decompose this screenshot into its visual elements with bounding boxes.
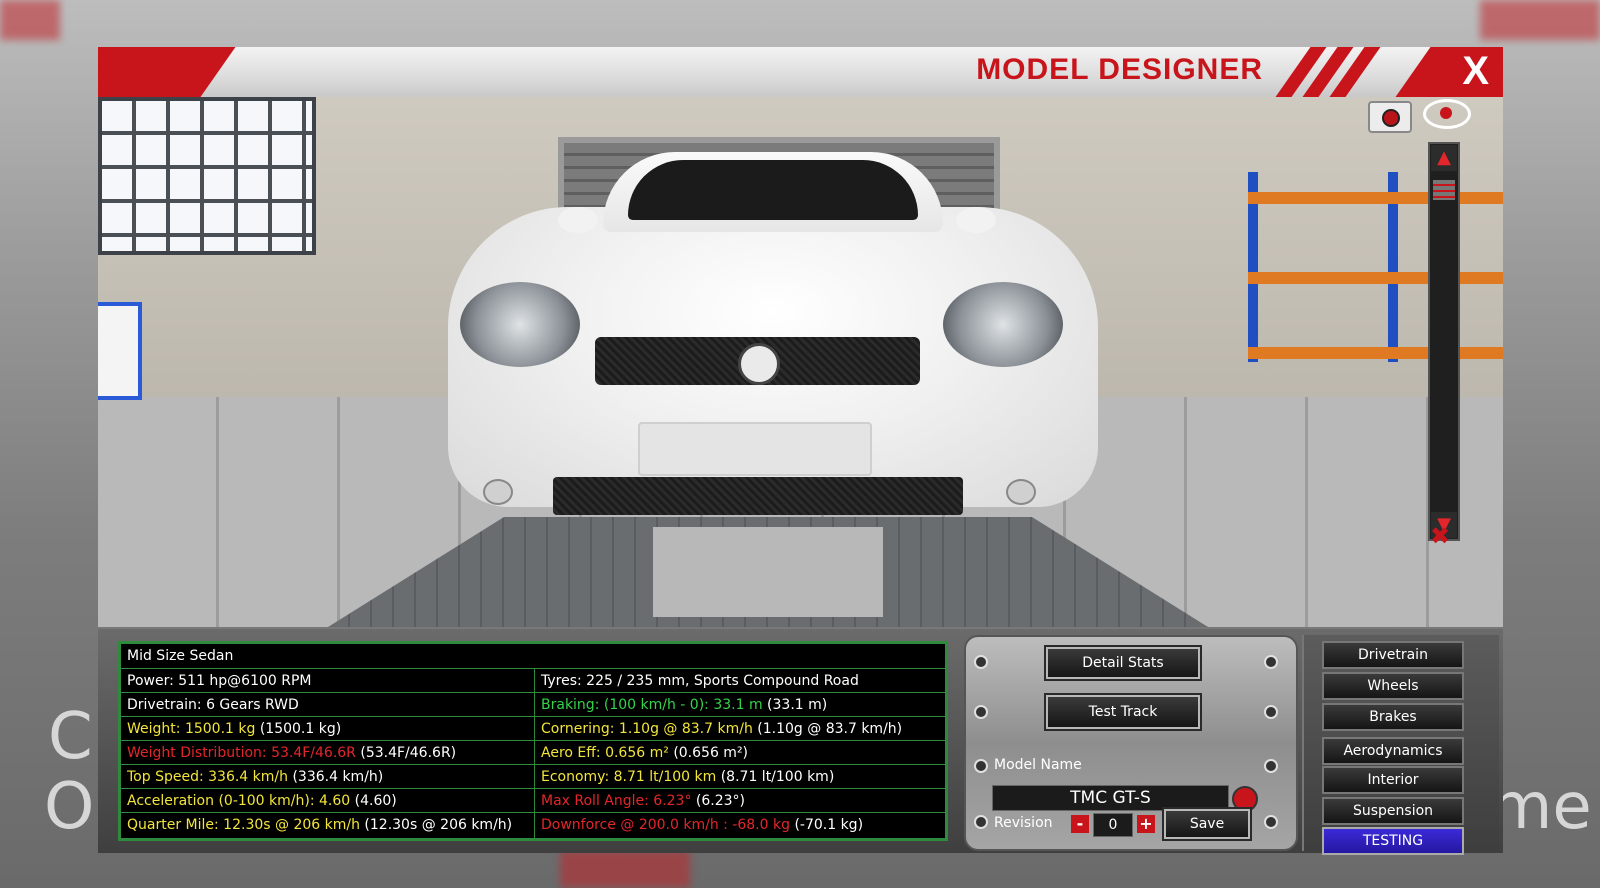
zoom-scrollbar[interactable]: ▲ ▼ <box>1428 142 1460 541</box>
title-stripe-left <box>98 47 236 97</box>
storage-shelf <box>1248 172 1503 362</box>
stats-row: Weight Distribution: 53.4F/46.6R (53.4F/… <box>121 740 947 765</box>
designer-nav: Drivetrain Wheels Brakes Aerodynamics In… <box>1302 635 1499 855</box>
stats-row: Top Speed: 336.4 km/h (336.4 km/h) Econo… <box>121 764 947 789</box>
stat-acceleration: Acceleration (0-100 km/h): 4.60 <box>127 793 351 809</box>
revision-label: Revision <box>994 815 1053 831</box>
background-letter: C <box>48 700 93 774</box>
stat-weight-distribution: Weight Distribution: 53.4F/46.6R <box>127 745 356 761</box>
revision-increment-button[interactable]: + <box>1137 815 1155 833</box>
stat-power: Power: 511 hp@6100 RPM <box>127 673 312 689</box>
camera-icon[interactable] <box>1368 101 1412 133</box>
title-bar: MODEL DESIGNER X <box>98 47 1503 99</box>
model-name-label: Model Name <box>994 757 1082 773</box>
stats-row: Power: 511 hp@6100 RPM Tyres: 225 / 235 … <box>121 668 947 693</box>
body-type: Mid Size Sedan <box>127 648 234 664</box>
stats-row: Quarter Mile: 12.30s @ 206 km/h (12.30s … <box>121 812 947 837</box>
stat-max-roll: Max Roll Angle: 6.23° <box>541 793 692 809</box>
nav-interior[interactable]: Interior <box>1322 766 1464 794</box>
stat-quarter-mile: Quarter Mile: 12.30s @ 206 km/h <box>127 817 360 833</box>
stat-weight: Weight: 1500.1 kg <box>127 721 256 737</box>
stats-row: Weight: 1500.1 kg (1500.1 kg) Cornering:… <box>121 716 947 741</box>
nav-wheels[interactable]: Wheels <box>1322 672 1464 700</box>
garage-window <box>98 97 316 255</box>
bottom-panel: Mid Size Sedan Power: 511 hp@6100 RPM Ty… <box>98 629 1503 855</box>
detail-stats-button[interactable]: Detail Stats <box>1046 647 1200 679</box>
nav-testing[interactable]: TESTING <box>1322 827 1464 855</box>
wall-sign <box>98 302 142 400</box>
stat-tyres: Tyres: 225 / 235 mm, Sports Compound Roa… <box>541 673 859 689</box>
scroll-up-icon[interactable]: ▲ <box>1431 145 1457 171</box>
nav-suspension[interactable]: Suspension <box>1322 797 1464 825</box>
close-button[interactable]: X <box>1462 49 1489 94</box>
background-letter: O <box>44 770 95 844</box>
nav-drivetrain[interactable]: Drivetrain <box>1322 641 1464 669</box>
stats-row: Drivetrain: 6 Gears RWD Braking: (100 km… <box>121 692 947 717</box>
nav-brakes[interactable]: Brakes <box>1322 703 1464 731</box>
stat-drivetrain: Drivetrain: 6 Gears RWD <box>127 697 299 713</box>
model-name-input[interactable]: TMC GT-S <box>992 785 1229 811</box>
hide-eye-icon[interactable]: ✖ <box>1421 522 1459 550</box>
stats-panel: Mid Size Sedan Power: 511 hp@6100 RPM Ty… <box>118 641 948 841</box>
stats-row: Acceleration (0-100 km/h): 4.60 (4.60) M… <box>121 788 947 813</box>
test-track-button[interactable]: Test Track <box>1046 695 1200 729</box>
stat-aero-eff: Aero Eff: 0.656 m² <box>541 745 669 761</box>
model-designer-window: MODEL DESIGNER X ▲ ▼ ✖ Mid Size Sedan Po… <box>98 47 1503 855</box>
revision-value: 0 <box>1093 813 1133 837</box>
controls-plate: Detail Stats Test Track Model Name TMC G… <box>964 635 1298 851</box>
background-letter: me <box>1490 770 1592 844</box>
save-button[interactable]: Save <box>1164 809 1250 839</box>
stat-cornering: Cornering: 1.10g @ 83.7 km/h <box>541 721 753 737</box>
stat-braking: Braking: (100 km/h - 0): 33.1 m <box>541 697 763 713</box>
car-3d-viewport[interactable]: ▲ ▼ ✖ <box>98 97 1503 627</box>
window-title: MODEL DESIGNER <box>976 53 1263 86</box>
eye-icon[interactable] <box>1423 99 1471 129</box>
stat-economy: Economy: 8.71 lt/100 km <box>541 769 717 785</box>
ramp-base <box>653 527 883 617</box>
stat-downforce: Downforce @ 200.0 km/h : -68.0 kg <box>541 817 790 833</box>
scroll-thumb[interactable] <box>1433 180 1455 200</box>
revision-decrement-button[interactable]: - <box>1071 815 1089 833</box>
nav-aerodynamics[interactable]: Aerodynamics <box>1322 737 1464 765</box>
stat-top-speed: Top Speed: 336.4 km/h <box>127 769 288 785</box>
car-badge-icon <box>738 343 780 385</box>
